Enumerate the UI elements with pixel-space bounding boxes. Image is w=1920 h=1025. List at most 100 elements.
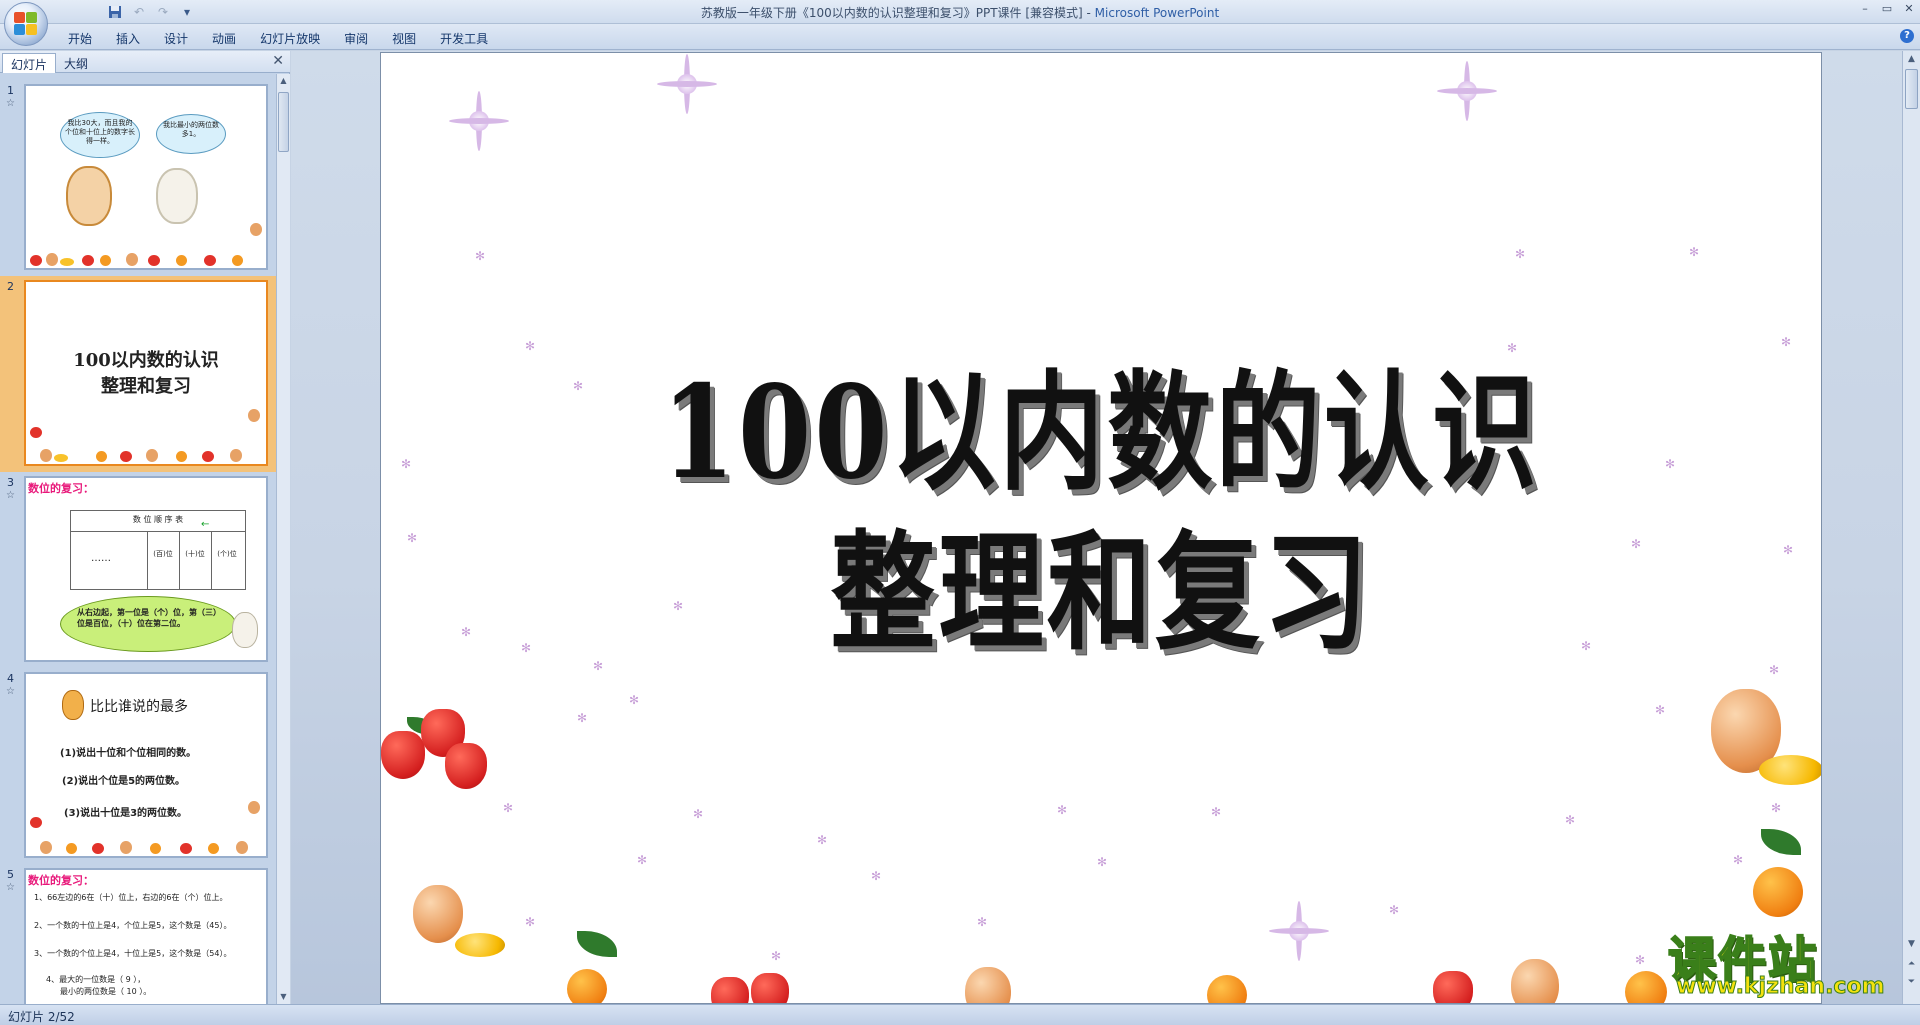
ribbon-tab-bar: 开始 插入 设计 动画 幻灯片放映 审阅 视图 开发工具 ?	[0, 24, 1920, 50]
slide-title-line-2: 整理和复习	[830, 518, 1372, 668]
slide-canvas[interactable]: ✻ ✻ ✻ ✻ ✻ ✻ ✻ ✻ ✻ ✻ ✻ ✻ ✻ ✻ ✻ ✻ ✻ ✻ ✻ ✻ …	[380, 52, 1822, 1004]
sparkle-dot-icon: ✻	[693, 807, 704, 821]
scroll-down-icon[interactable]: ▼	[1904, 937, 1919, 952]
question-3: (3)说出十位是3的两位数。	[64, 808, 188, 819]
tab-outline[interactable]: 大纲	[56, 53, 96, 73]
exercise-line-3: 3、一个数的个位上是4，十位上是5，这个数是（54）。	[34, 949, 232, 958]
window-title-doc: 苏教版一年级下册《100以内数的认识整理和复习》PPT课件 [兼容模式] -	[700, 6, 1095, 20]
slide-number: 1	[7, 84, 14, 97]
help-icon[interactable]: ?	[1900, 29, 1914, 43]
thumbnail-image: 数位的复习： 1、66左边的6在（十）位上，右边的6在（个）位上。 2、一个数的…	[24, 868, 268, 1004]
sparkle-dot-icon: ✻	[1097, 855, 1108, 869]
tab-design[interactable]: 设计	[152, 28, 200, 49]
tab-slides[interactable]: 幻灯片	[2, 53, 57, 73]
sparkle-star-icon	[1437, 61, 1497, 121]
scrollbar-thumb[interactable]	[1905, 69, 1918, 109]
cartoon-character	[62, 690, 84, 720]
next-slide-icon[interactable]: ⏷	[1904, 975, 1919, 990]
sparkle-dot-icon: ✻	[771, 949, 782, 963]
window-title: 苏教版一年级下册《100以内数的认识整理和复习》PPT课件 [兼容模式] - M…	[0, 4, 1920, 21]
slide-thumbnail-1[interactable]: 1 ☆ 我比30大，而且我的个位和十位上的数字长得一样。 我比最小的两位数多1。	[0, 80, 276, 276]
slide-title-line-1: 100以内数的认识	[661, 358, 1541, 508]
watermark-url: www.kjzhan.com	[1676, 974, 1886, 1000]
fruit-border	[26, 801, 266, 854]
restore-button[interactable]: ▭	[1880, 2, 1894, 15]
animation-star-icon: ☆	[6, 882, 15, 893]
exercise-line-2: 2、一个数的十位上是4，个位上是5，这个数是（45）。	[34, 921, 232, 930]
previous-slide-icon[interactable]: ⏶	[1904, 957, 1919, 972]
thumbnail-heading: 比比谁说的最多	[90, 699, 188, 715]
sparkle-dot-icon: ✻	[1389, 903, 1400, 917]
thumbnail-image: 100以内数的认识 整理和复习	[24, 280, 268, 466]
office-logo-icon	[13, 11, 39, 37]
tab-animations[interactable]: 动画	[200, 28, 248, 49]
slide-thumbnail-3[interactable]: 3 ☆ 数位的复习： 数 位 顺 序 表 …… (百)位 (十)位 (个)位 ←…	[0, 472, 276, 668]
slide-number: 3	[7, 476, 14, 489]
slide-thumbnail-4[interactable]: 4 ☆ 比比谁说的最多 (1)说出十位和个位相同的数。 (2)说出个位是5的两位…	[0, 668, 276, 864]
col-ones: (个)位	[217, 550, 237, 558]
sparkle-dot-icon: ✻	[1635, 953, 1646, 967]
slides-pane: 幻灯片 大纲 ✕ 1 ☆ 我比30大，而且我的个位和十位上的数字长得一样。 我比…	[0, 51, 290, 1004]
slide-number: 5	[7, 868, 14, 881]
tab-view[interactable]: 视图	[380, 28, 428, 49]
sparkle-dot-icon: ✻	[525, 339, 536, 353]
thumbnail-image: 比比谁说的最多 (1)说出十位和个位相同的数。 (2)说出个位是5的两位数。 (…	[24, 672, 268, 858]
exercise-line-4: 4、最大的一位数是（ 9 ），	[46, 975, 146, 984]
thumbnail-image: 数位的复习： 数 位 顺 序 表 …… (百)位 (十)位 (个)位 ← 从右边…	[24, 476, 268, 662]
tab-developer[interactable]: 开发工具	[428, 28, 500, 49]
sparkle-dot-icon: ✻	[977, 915, 988, 929]
pane-tab-bar: 幻灯片 大纲 ✕	[0, 51, 290, 73]
slide-thumbnail-5[interactable]: 5 ☆ 数位的复习： 1、66左边的6在（十）位上，右边的6在（个）位上。 2、…	[0, 864, 276, 1004]
col-tens: (十)位	[185, 550, 205, 558]
sparkle-dot-icon: ✻	[503, 801, 514, 815]
title-bar: ↶ ↷ ▾ 苏教版一年级下册《100以内数的认识整理和复习》PPT课件 [兼容模…	[0, 0, 1920, 46]
thumbnail-heading: 数位的复习：	[28, 874, 94, 887]
sparkle-dot-icon: ✻	[817, 833, 828, 847]
scroll-up-icon[interactable]: ▲	[1904, 52, 1919, 67]
scrollbar-thumb[interactable]	[278, 92, 289, 152]
minimize-button[interactable]: –	[1858, 2, 1872, 15]
tab-insert[interactable]: 插入	[104, 28, 152, 49]
slide-title[interactable]: 100以内数的认识 整理和复习	[381, 353, 1821, 673]
slide-editing-area: ✻ ✻ ✻ ✻ ✻ ✻ ✻ ✻ ✻ ✻ ✻ ✻ ✻ ✻ ✻ ✻ ✻ ✻ ✻ ✻ …	[291, 51, 1902, 1004]
sparkle-star-icon	[449, 91, 509, 151]
animation-star-icon: ☆	[6, 490, 15, 501]
slide-number: 4	[7, 672, 14, 685]
scroll-down-icon[interactable]: ▼	[277, 990, 290, 1004]
fruit-border	[26, 409, 266, 462]
tab-review[interactable]: 审阅	[332, 28, 380, 49]
cartoon-goat	[232, 612, 258, 648]
place-value-table: 数 位 顺 序 表 …… (百)位 (十)位 (个)位 ←	[70, 510, 246, 590]
slide-thumbnail-2[interactable]: 2 100以内数的认识 整理和复习	[0, 276, 276, 472]
window-title-app: Microsoft PowerPoint	[1094, 6, 1220, 20]
sparkle-dot-icon: ✻	[637, 853, 648, 867]
fruit-border	[26, 223, 266, 266]
table-header: 数 位 顺 序 表	[132, 515, 184, 524]
col-hundreds: (百)位	[153, 550, 173, 558]
question-2: (2)说出个位是5的两位数。	[62, 776, 186, 787]
speech-bubble-left: 我比30大，而且我的个位和十位上的数字长得一样。	[60, 112, 140, 158]
thumbnail-title-line-1: 100以内数的认识	[73, 350, 219, 371]
question-1: (1)说出十位和个位相同的数。	[60, 748, 197, 759]
slide-counter: 幻灯片 2/52	[8, 1010, 75, 1024]
animation-star-icon: ☆	[6, 686, 15, 697]
sparkle-dot-icon: ✻	[1057, 803, 1068, 817]
office-button[interactable]	[4, 2, 48, 46]
pane-close-icon[interactable]: ✕	[272, 53, 284, 69]
thumbnail-heading: 数位的复习：	[28, 482, 94, 495]
slide-number: 2	[7, 280, 14, 293]
slide-scrollbar[interactable]: ▲ ▼ ⏶ ⏷	[1902, 51, 1920, 1004]
arrow-left-icon: ←	[201, 519, 210, 530]
exercise-line-5: 最小的两位数是（ 10 ）。	[60, 987, 152, 996]
exercise-line-1: 1、66左边的6在（十）位上，右边的6在（个）位上。	[34, 893, 228, 902]
close-button[interactable]: ✕	[1902, 2, 1916, 15]
tab-slide-show[interactable]: 幻灯片放映	[248, 28, 332, 49]
cartoon-goat-right	[156, 168, 198, 224]
animation-star-icon: ☆	[6, 98, 15, 109]
tab-home[interactable]: 开始	[56, 28, 104, 49]
thumbnail-scrollbar[interactable]: ▲ ▼	[276, 74, 290, 1004]
sparkle-dot-icon: ✻	[475, 249, 486, 263]
sparkle-dot-icon: ✻	[1655, 703, 1666, 717]
sparkle-star-icon	[1269, 901, 1329, 961]
scroll-up-icon[interactable]: ▲	[277, 74, 290, 88]
